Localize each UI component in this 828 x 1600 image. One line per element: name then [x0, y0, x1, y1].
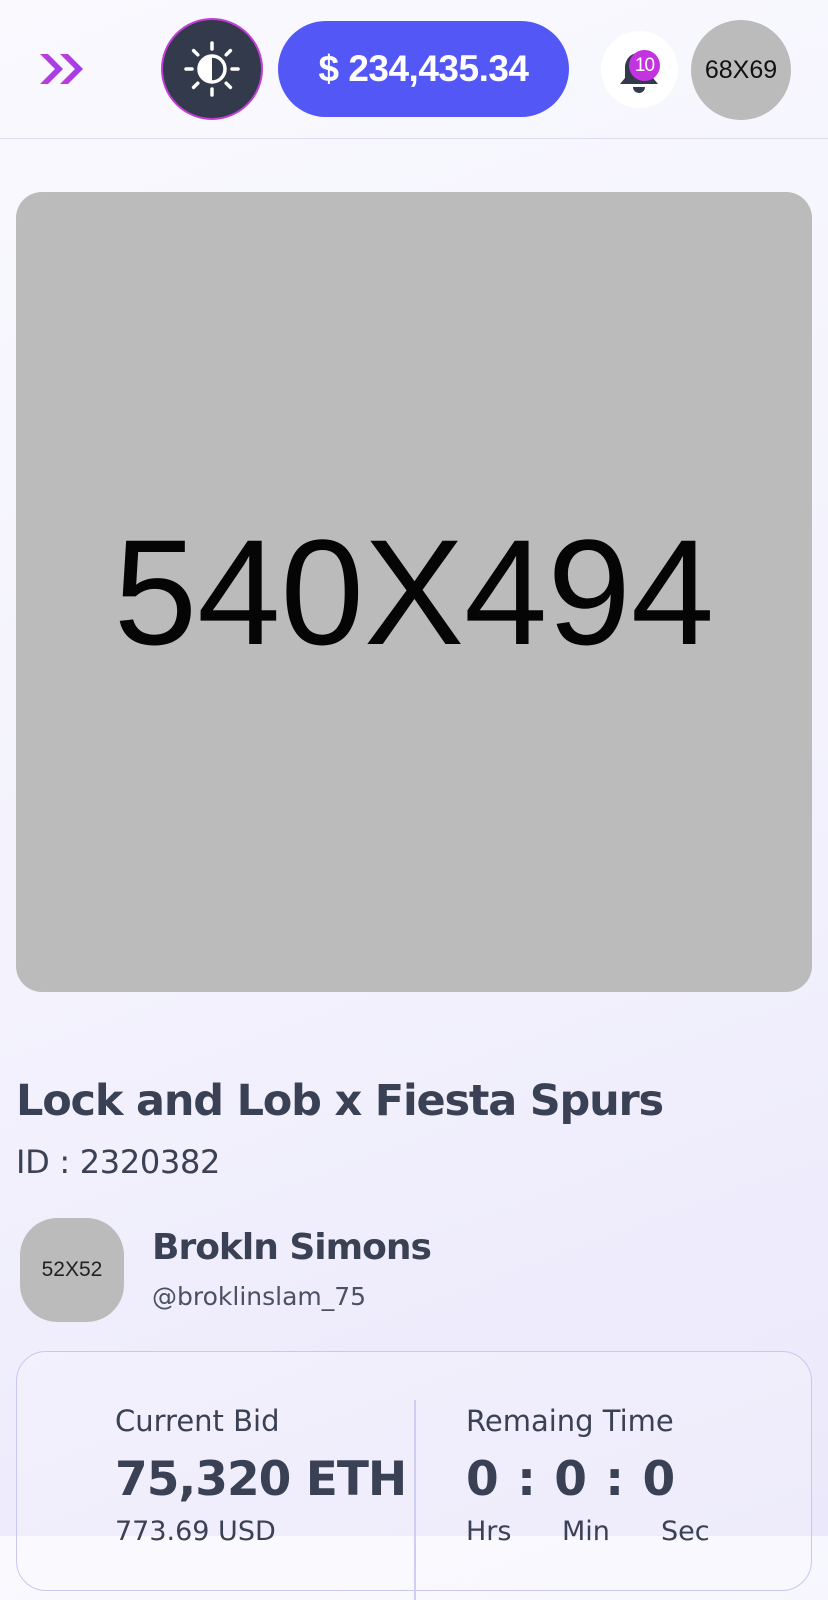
- user-avatar-placeholder-text: 68X69: [704, 55, 778, 84]
- user-avatar[interactable]: 68X69: [691, 20, 791, 120]
- remaining-time-label: Remaing Time: [466, 1404, 674, 1438]
- current-bid-value: 75,320 ETH: [115, 1452, 407, 1507]
- current-bid-usd: 773.69 USD: [115, 1516, 276, 1547]
- notification-button[interactable]: 10: [601, 31, 678, 108]
- nft-title: Lock and Lob x Fiesta Spurs: [16, 1076, 664, 1126]
- wallet-balance-button[interactable]: $ 234,435.34: [278, 21, 569, 117]
- time-unit-hours: Hrs: [466, 1516, 512, 1547]
- bid-info-card: Current Bid 75,320 ETH 773.69 USD Remain…: [16, 1351, 812, 1600]
- time-unit-seconds: Sec: [661, 1516, 710, 1547]
- nft-image-placeholder-text: 540X494: [113, 507, 715, 676]
- sidebar-toggle-button[interactable]: [36, 46, 92, 92]
- nft-id: ID : 2320382: [16, 1143, 221, 1181]
- creator-avatar-placeholder-text: 52X52: [41, 1258, 103, 1281]
- top-bar: $ 234,435.34 10 68X69: [0, 0, 828, 139]
- creator-avatar[interactable]: 52X52: [20, 1218, 124, 1322]
- wallet-balance-text: $ 234,435.34: [318, 48, 529, 89]
- creator-name[interactable]: Brokln Simons: [152, 1227, 432, 1268]
- remaining-time-value: 0 : 0 : 0: [466, 1452, 677, 1507]
- current-bid-label: Current Bid: [115, 1404, 280, 1438]
- theme-toggle-button[interactable]: [161, 18, 263, 120]
- nft-image: 540X494: [16, 192, 812, 992]
- double-chevron-right-icon: [40, 54, 83, 84]
- time-unit-minutes: Min: [562, 1516, 610, 1547]
- sun-half-icon: [184, 41, 240, 97]
- card-divider: [414, 1400, 416, 1600]
- creator-handle[interactable]: @broklinslam_75: [152, 1282, 366, 1311]
- notification-count-badge: 10: [629, 50, 660, 81]
